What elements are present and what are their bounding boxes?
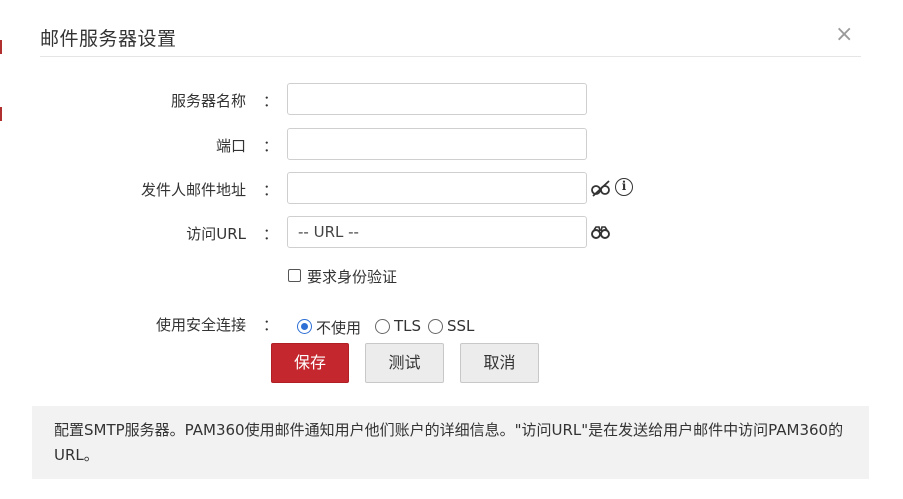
label-colon: ： [263, 137, 279, 155]
test-button[interactable]: 测试 [365, 343, 444, 383]
sender-email-row: 发件人邮件地址 ： i [0, 172, 903, 204]
radio-ssl-label: SSL [447, 317, 475, 335]
require-auth-label: 要求身份验证 [307, 268, 398, 286]
server-name-input[interactable] [287, 83, 587, 115]
radio-tls-label: TLS [394, 317, 422, 335]
info-note: 配置SMTP服务器。PAM360使用邮件通知用户他们账户的详细信息。"访问URL… [32, 406, 869, 479]
info-icon[interactable]: i [615, 178, 633, 196]
radio-none[interactable] [297, 319, 312, 334]
server-name-row: 服务器名称 ： [0, 83, 903, 115]
access-url-row: 访问URL ： [0, 216, 903, 248]
info-note-text: 配置SMTP服务器。PAM360使用邮件通知用户他们账户的详细信息。"访问URL… [54, 421, 844, 464]
port-row: 端口 ： [0, 128, 903, 160]
mail-server-settings-dialog: 邮件服务器设置 × 服务器名称 ： 端口 ： 发件人邮件地址 ： i 访问URL… [0, 0, 903, 499]
port-label: 端口 [215, 137, 246, 155]
access-url-label: 访问URL [186, 225, 246, 243]
sender-email-input[interactable] [287, 172, 587, 204]
cancel-button[interactable]: 取消 [460, 343, 539, 383]
radio-ssl[interactable] [428, 319, 443, 334]
sender-email-label: 发件人邮件地址 [140, 181, 246, 199]
label-colon: ： [263, 225, 279, 243]
close-icon[interactable]: × [835, 24, 853, 46]
dialog-title: 邮件服务器设置 [40, 28, 177, 50]
binoculars-icon[interactable] [591, 223, 611, 241]
label-colon: ： [263, 92, 279, 110]
secure-connection-label: 使用安全连接 [155, 316, 246, 334]
title-divider [40, 56, 861, 57]
save-button[interactable]: 保存 [271, 343, 349, 383]
radio-tls[interactable] [375, 319, 390, 334]
require-auth-checkbox[interactable] [288, 269, 301, 282]
port-input[interactable] [287, 128, 587, 160]
radio-none-label: 不使用 [316, 319, 362, 337]
eye-slash-icon[interactable] [591, 179, 611, 197]
server-name-label: 服务器名称 [170, 92, 246, 110]
label-colon: ： [263, 316, 279, 334]
label-colon: ： [263, 181, 279, 199]
access-url-input[interactable] [287, 216, 587, 248]
